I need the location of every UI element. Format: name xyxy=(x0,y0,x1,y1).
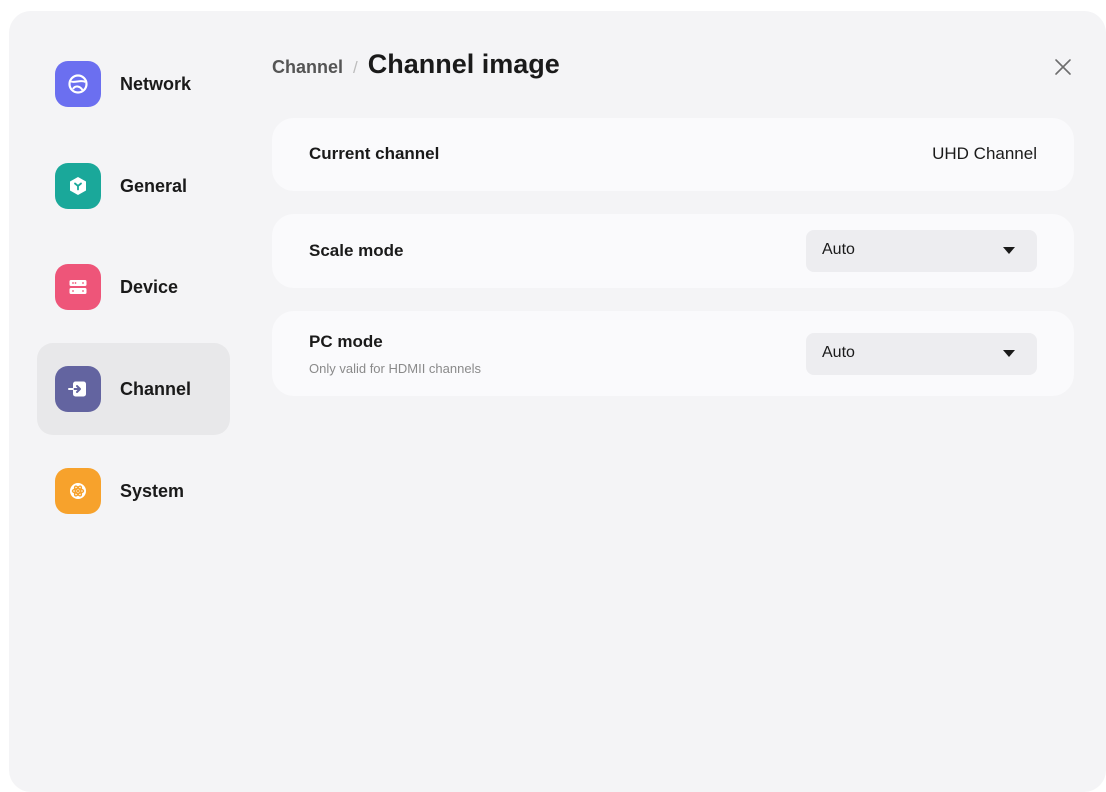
breadcrumb: Channel / Channel image xyxy=(272,49,560,80)
globe-icon xyxy=(55,61,101,107)
scale-mode-selected-value: Auto xyxy=(822,241,855,258)
scale-mode-row: Scale mode Auto xyxy=(272,214,1074,288)
close-button[interactable] xyxy=(1052,56,1074,78)
caret-down-icon xyxy=(1003,350,1015,357)
page-title: Channel image xyxy=(367,49,560,79)
sidebar-item-network[interactable]: Network xyxy=(37,38,230,130)
sidebar-item-system[interactable]: System xyxy=(37,445,230,537)
input-icon xyxy=(55,366,101,412)
sidebar: Network General Device Channel System xyxy=(9,11,249,792)
server-icon xyxy=(55,264,101,310)
pc-mode-dropdown[interactable]: Auto xyxy=(806,333,1037,375)
atom-icon xyxy=(55,468,101,514)
sidebar-item-device[interactable]: Device xyxy=(37,241,230,333)
sidebar-item-label: Channel xyxy=(120,378,192,399)
current-channel-row: Current channel UHD Channel xyxy=(272,118,1074,191)
caret-down-icon xyxy=(1003,247,1015,254)
settings-window: Network General Device Channel System Ch… xyxy=(9,11,1106,792)
scale-mode-dropdown[interactable]: Auto xyxy=(806,230,1037,272)
breadcrumb-separator: / xyxy=(353,58,358,77)
sidebar-item-channel[interactable]: Channel xyxy=(37,343,230,435)
pc-mode-row: PC mode Only valid for HDMII channels Au… xyxy=(272,311,1074,396)
sidebar-item-label: Network xyxy=(120,73,192,94)
current-channel-value: UHD Channel xyxy=(932,144,1037,163)
sidebar-item-label: System xyxy=(120,480,185,501)
pc-mode-label: PC mode xyxy=(309,332,383,351)
breadcrumb-parent-link[interactable]: Channel xyxy=(272,57,343,78)
pc-mode-hint: Only valid for HDMII channels xyxy=(309,361,481,376)
scale-mode-label: Scale mode xyxy=(309,241,404,260)
sidebar-item-general[interactable]: General xyxy=(37,140,230,232)
cube-icon xyxy=(55,163,101,209)
pc-mode-selected-value: Auto xyxy=(822,344,855,361)
sidebar-item-label: Device xyxy=(120,276,179,297)
current-channel-label: Current channel xyxy=(309,144,440,163)
close-icon xyxy=(1055,59,1071,75)
sidebar-item-label: General xyxy=(120,175,188,196)
